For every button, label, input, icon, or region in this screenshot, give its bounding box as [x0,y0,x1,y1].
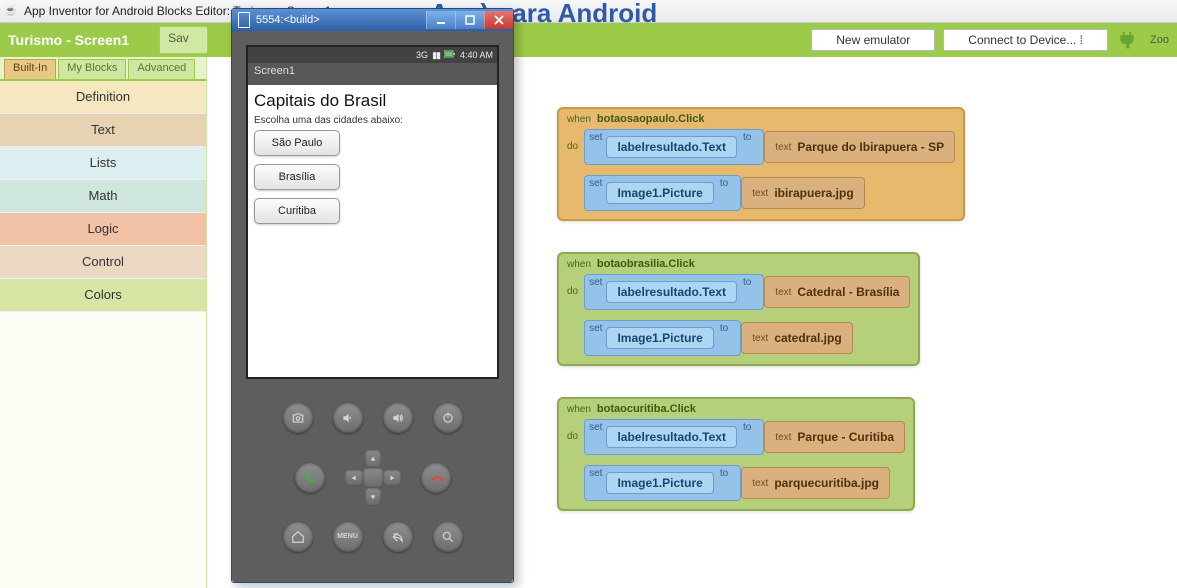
dpad-center[interactable] [363,468,383,488]
text-block[interactable]: text catedral.jpg [741,322,852,354]
plug-icon[interactable] [1116,29,1138,51]
text-block[interactable]: text parquecuritiba.jpg [741,467,890,499]
zoom-label: Zoo [1150,34,1169,46]
set-block[interactable]: set Image1.Picture to text ibirapuera.jp… [584,175,955,211]
phone-hw-controls: MENU [246,379,499,568]
phone-icon [238,12,250,28]
call-button[interactable] [295,463,325,493]
text-block[interactable]: text Parque do Ibirapuera - SP [764,131,955,163]
event-name: botaobrasilia.Click [597,258,695,270]
set-block[interactable]: set labelresultado.Text to text Catedral… [584,274,910,310]
palette-item-control[interactable]: Control [0,246,206,279]
event-block-saopaulo[interactable]: when botaosaopaulo.Click do set labelres… [557,107,965,221]
text-block[interactable]: text Catedral - Brasília [764,276,910,308]
end-call-button[interactable] [421,463,451,493]
event-block-curitiba[interactable]: when botaocuritiba.Click do set labelres… [557,397,915,511]
text-block[interactable]: text ibirapuera.jpg [741,177,864,209]
minimize-button[interactable] [426,11,455,29]
signal-icon: ▮▮ [432,50,440,61]
tab-built-in[interactable]: Built-In [4,59,56,79]
event-name: botaosaopaulo.Click [597,113,705,125]
palette-item-lists[interactable]: Lists [0,147,206,180]
palette: Built-In My Blocks Advanced Definition T… [0,57,207,588]
app-bar: Screen1 [248,63,497,85]
connect-device-button[interactable]: Connect to Device... ⁞ [943,29,1108,51]
emulator-titlebar[interactable]: 5554:<build> [232,9,513,31]
dpad-down[interactable] [365,488,381,506]
set-block[interactable]: set labelresultado.Text to text Parque -… [584,419,905,455]
palette-tabs: Built-In My Blocks Advanced [0,57,206,81]
palette-item-text[interactable]: Text [0,114,206,147]
palette-item-math[interactable]: Math [0,180,206,213]
tab-my-blocks[interactable]: My Blocks [58,59,126,79]
back-button[interactable] [383,522,413,552]
event-block-brasilia[interactable]: when botaobrasilia.Click do set labelres… [557,252,920,366]
phone-screen[interactable]: 3G ▮▮ 4:40 AM Screen1 Capitais do Brasil… [246,45,499,379]
volume-down-button[interactable] [333,403,363,433]
java-icon: ☕ [4,4,18,18]
app-title: Capitais do Brasil [254,91,491,111]
power-button[interactable] [433,403,463,433]
set-block[interactable]: set Image1.Picture to text parquecuritib… [584,465,905,501]
tab-advanced[interactable]: Advanced [128,59,195,79]
set-block[interactable]: set Image1.Picture to text catedral.jpg [584,320,910,356]
battery-icon [444,50,456,60]
menu-button[interactable]: MENU [333,522,363,552]
palette-item-logic[interactable]: Logic [0,213,206,246]
save-button[interactable]: Sav [159,26,208,54]
workspace: Built-In My Blocks Advanced Definition T… [0,57,1177,588]
search-button[interactable] [433,522,463,552]
set-block[interactable]: set labelresultado.Text to text Parque d… [584,129,955,165]
new-emulator-button[interactable]: New emulator [811,29,935,51]
status-bar: 3G ▮▮ 4:40 AM [248,47,497,63]
text-block[interactable]: text Parque - Curitiba [764,421,905,453]
palette-item-colors[interactable]: Colors [0,279,206,312]
palette-item-definition[interactable]: Definition [0,81,206,114]
volume-up-button[interactable] [383,403,413,433]
emulator-title: 5554:<build> [256,14,320,26]
3g-icon: 3G [416,50,428,60]
emulator-window[interactable]: 5554:<build> 3G ▮▮ 4:40 AM Screen1 C [231,8,514,583]
event-name: botaocuritiba.Click [597,403,696,415]
app-subtitle: Escolha uma das cidades abaixo: [254,115,491,126]
dpad-up[interactable] [365,450,381,468]
maximize-button[interactable] [455,11,484,29]
city-button-saopaulo[interactable]: São Paulo [254,130,340,156]
app-content: Capitais do Brasil Escolha uma das cidad… [248,85,497,377]
status-time: 4:40 AM [460,50,493,60]
camera-button[interactable] [283,403,313,433]
dpad-left[interactable] [345,470,363,486]
city-button-brasilia[interactable]: Brasília [254,164,340,190]
home-button[interactable] [283,522,313,552]
dpad-right[interactable] [383,470,401,486]
breadcrumb: Turismo - Screen1 [8,32,129,48]
dpad[interactable] [345,450,401,506]
close-button[interactable] [484,11,513,29]
city-button-curitiba[interactable]: Curitiba [254,198,340,224]
